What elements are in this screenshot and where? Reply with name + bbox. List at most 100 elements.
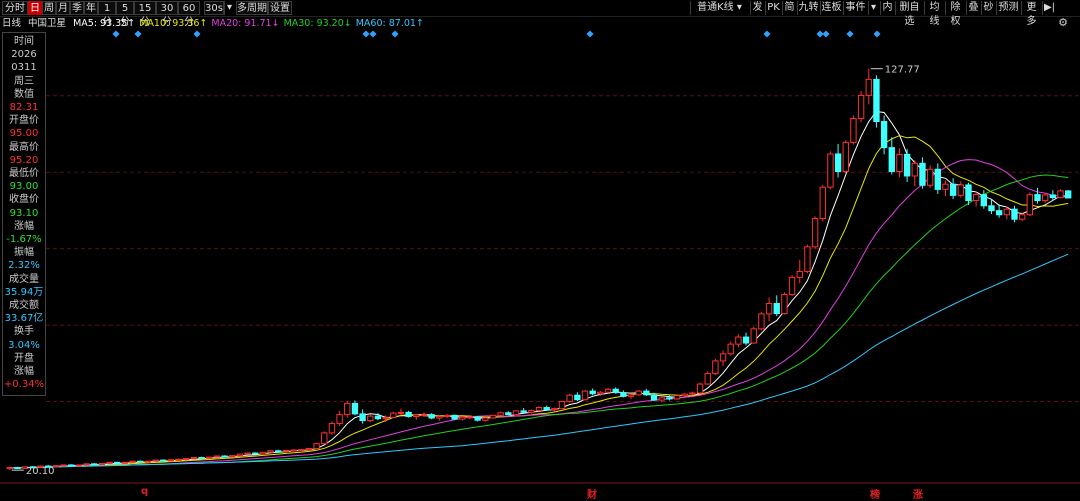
toolbar-item-2[interactable]: 简 bbox=[782, 1, 796, 15]
event-marker-icon bbox=[846, 30, 854, 38]
candle-body bbox=[949, 183, 957, 196]
event-tag-0[interactable]: q bbox=[141, 486, 148, 497]
toolbar-item-11[interactable]: 砂 bbox=[981, 1, 995, 15]
chevron-down-icon[interactable]: ▾ bbox=[868, 1, 878, 15]
candle-body bbox=[719, 353, 727, 362]
period-tab-10[interactable]: 60分 bbox=[178, 1, 200, 28]
toolbar-item-4[interactable]: 连板 bbox=[820, 1, 842, 15]
toolbar-item-3[interactable]: 九转 bbox=[797, 1, 819, 15]
info-row-5: 82.31 bbox=[9, 102, 39, 113]
ma-line-10 bbox=[9, 135, 1069, 469]
candle-body bbox=[213, 455, 221, 458]
candle-body bbox=[6, 467, 14, 470]
stock-name: 中国卫星 bbox=[28, 18, 67, 29]
period-tab-8[interactable]: 15分 bbox=[134, 1, 156, 28]
candle-body bbox=[175, 458, 182, 461]
candle-body bbox=[742, 336, 750, 344]
kline-chart[interactable]: 127.77 20.10 bbox=[0, 30, 1080, 500]
candle-body bbox=[259, 451, 267, 455]
candle-body bbox=[850, 118, 857, 143]
info-row-9: 95.20 bbox=[9, 154, 39, 166]
period-tab-5[interactable]: 年 bbox=[84, 1, 98, 15]
candle-body bbox=[781, 294, 788, 315]
period-tab-3[interactable]: 月 bbox=[56, 1, 70, 15]
candle-body bbox=[1003, 208, 1010, 216]
candle-body bbox=[1018, 214, 1026, 220]
toolbar-item-6[interactable]: 内 bbox=[880, 1, 894, 15]
candle-body bbox=[834, 153, 842, 172]
period-tab-12[interactable]: 多周期 bbox=[236, 1, 268, 15]
ma-value-3: MA30: 93.20↓ bbox=[283, 18, 352, 29]
candle-body bbox=[712, 360, 719, 375]
period-tab-13[interactable]: 设置 bbox=[268, 1, 292, 15]
candle-body bbox=[620, 392, 627, 397]
candle-body bbox=[811, 217, 819, 248]
candle-body bbox=[328, 423, 336, 434]
candle-body bbox=[796, 270, 803, 278]
info-row-20: 成交额 bbox=[9, 300, 39, 311]
candle-body bbox=[750, 328, 757, 344]
toolbar-item-8[interactable]: 均线 bbox=[924, 1, 944, 27]
toolbar-item-9[interactable]: 除权 bbox=[945, 1, 965, 27]
kline-mode-select[interactable]: 普通K线 ▾ bbox=[690, 1, 748, 15]
toolbar-item-5[interactable]: 事件 bbox=[843, 1, 867, 15]
period-tab-2[interactable]: 周 bbox=[42, 1, 56, 15]
candle-body bbox=[995, 210, 1003, 216]
period-tab-4[interactable]: 季 bbox=[70, 1, 84, 15]
candle-body bbox=[367, 415, 374, 422]
period-tab-6[interactable]: 1分 bbox=[98, 1, 116, 28]
candle-body bbox=[428, 414, 435, 419]
candle-body bbox=[497, 412, 504, 416]
candle-body bbox=[804, 246, 811, 272]
event-marker-icon bbox=[193, 30, 201, 38]
candle-body bbox=[558, 401, 566, 410]
candle-body bbox=[673, 395, 681, 400]
candle-body bbox=[612, 388, 619, 394]
info-row-18: 成交量 bbox=[9, 273, 39, 285]
toolbar-item-12[interactable]: 预测 bbox=[996, 1, 1020, 15]
candle-body bbox=[244, 452, 251, 455]
candle-body bbox=[382, 417, 389, 420]
info-row-21: 33.67亿 bbox=[4, 313, 44, 325]
event-tag-3[interactable]: 涨 bbox=[913, 486, 923, 501]
period-tab-1[interactable]: 日 bbox=[28, 1, 42, 15]
candle-body bbox=[351, 402, 359, 415]
toolbar-item-10[interactable]: 叠 bbox=[966, 1, 980, 15]
event-tag-1[interactable]: 财 bbox=[587, 486, 597, 501]
candle-body bbox=[83, 463, 90, 466]
candle-body bbox=[1026, 194, 1034, 216]
candle-body bbox=[160, 459, 167, 462]
info-row-6: 开盘价 bbox=[9, 115, 39, 127]
candle-body bbox=[129, 460, 136, 463]
top-toolbar: 分时日周月季年 1分 5分 15分 30分 60分 30s ▾ 多周期 设置 普通K线 ▾ 发 PK 简九… bbox=[0, 0, 1080, 28]
info-row-8: 最高价 bbox=[9, 141, 39, 153]
toolbar-item-0[interactable]: 发 bbox=[750, 1, 764, 15]
candle-body bbox=[167, 459, 175, 462]
event-tag-2[interactable]: 榜 bbox=[870, 486, 880, 501]
candle-body bbox=[581, 390, 589, 401]
toolbar-item-7[interactable]: 删自选 bbox=[895, 1, 923, 27]
chevron-down-icon[interactable]: ▾ bbox=[224, 1, 234, 15]
candle-body bbox=[658, 397, 665, 401]
candle-body bbox=[190, 456, 198, 460]
event-marker-icon bbox=[391, 30, 399, 38]
period-tab-0[interactable]: 分时 bbox=[2, 1, 28, 15]
candle-body bbox=[627, 394, 635, 397]
candle-body bbox=[543, 407, 550, 411]
candle-body bbox=[152, 459, 159, 462]
period-tab-7[interactable]: 5分 bbox=[116, 1, 134, 28]
period-tab-9[interactable]: 30分 bbox=[156, 1, 178, 28]
low-price-label: 20.10 bbox=[26, 466, 55, 477]
candle-body bbox=[758, 313, 765, 330]
gear-icon[interactable]: ⚙ bbox=[1057, 17, 1069, 29]
collapse-panel-icon[interactable]: ▶| bbox=[1042, 1, 1056, 15]
toolbar-item-1[interactable]: PK bbox=[765, 1, 781, 15]
info-row-14: 涨幅 bbox=[14, 220, 34, 232]
period-tab-11[interactable]: 30s bbox=[204, 1, 224, 15]
candle-body bbox=[413, 414, 420, 417]
candle-body bbox=[282, 449, 290, 452]
candle-body bbox=[290, 449, 297, 452]
period-label: 日线 bbox=[2, 18, 22, 29]
toolbar-item-13[interactable]: 更多 bbox=[1021, 1, 1041, 27]
candle-body bbox=[1049, 194, 1057, 199]
